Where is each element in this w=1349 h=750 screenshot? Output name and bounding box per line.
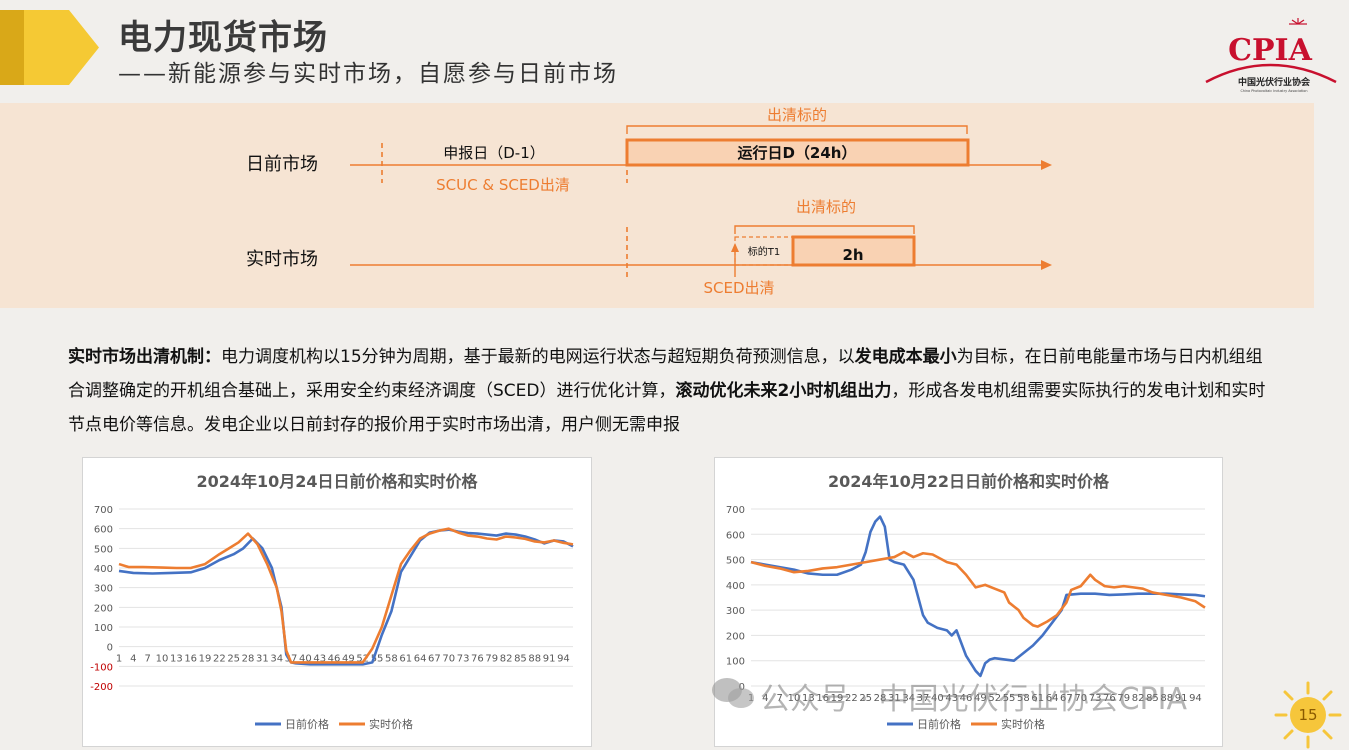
cpia-logo: CPIA 中国光伏行业协会 China Photovoltaic Industr… <box>1205 18 1337 93</box>
x-tick-label: 19 <box>199 654 212 665</box>
y-tick-label: 400 <box>726 581 745 592</box>
y-tick-label: 200 <box>726 631 745 642</box>
y-tick-label: 600 <box>726 530 745 541</box>
x-tick-label: 16 <box>184 654 197 665</box>
x-tick-label: 13 <box>170 654 183 665</box>
y-tick-label: 100 <box>94 623 113 634</box>
x-tick-label: 25 <box>227 654 240 665</box>
y-tick-label: 500 <box>726 556 745 567</box>
x-tick-label: 4 <box>130 654 136 665</box>
cpia-logo-text: CPIA <box>1228 33 1312 68</box>
legend-label: 实时价格 <box>369 717 413 731</box>
y-tick-label: 0 <box>107 643 113 654</box>
bid-day-label: 申报日（D-1） <box>443 144 545 162</box>
x-tick-label: 28 <box>242 654 255 665</box>
sced-clear-label: SCED出清 <box>703 279 774 297</box>
wechat-icon <box>712 678 754 708</box>
x-tick-label: 67 <box>428 654 441 665</box>
market-timeline-diagram: 日前市场 申报日（D-1） SCUC & SCED出清 出清标的 运行日D（24… <box>246 106 1052 297</box>
para-text-2: 电力调度机构以15分钟为周期，基于最新的电网运行状态与超短期负荷预测信息，以 <box>221 347 855 367</box>
x-tick-label: 22 <box>213 654 226 665</box>
x-tick-label: 10 <box>156 654 169 665</box>
clearing-target-label-2: 出清标的 <box>796 198 856 216</box>
y-tick-label: 500 <box>94 544 113 555</box>
x-tick-label: 1 <box>116 654 122 665</box>
realtime-clearing-description: 实时市场出清机制：电力调度机构以15分钟为周期，基于最新的电网运行状态与超短期负… <box>68 340 1268 442</box>
header-arrow-shape <box>24 10 99 85</box>
legend-label: 日前价格 <box>917 717 961 731</box>
x-tick-label: 82 <box>500 654 513 665</box>
x-tick-label: 88 <box>528 654 541 665</box>
y-tick-label: 300 <box>726 606 745 617</box>
operating-day-label: 运行日D（24h） <box>737 144 856 162</box>
legend-label: 实时价格 <box>1001 717 1045 731</box>
x-tick-label: 64 <box>414 654 427 665</box>
x-tick-label: 94 <box>1189 693 1202 704</box>
chart-oct24: 700 600 500 400 300 200 100 0 -100 -200 1 4 7 10 13 16 1… <box>90 505 574 731</box>
scuc-sced-label: SCUC & SCED出清 <box>436 176 570 194</box>
clearing-target-label-1: 出清标的 <box>767 106 827 124</box>
chart-title-oct24: 2024年10月24日日前价格和实时价格 <box>196 472 478 491</box>
y-tick-label: -200 <box>90 682 113 693</box>
x-tick-label: 73 <box>457 654 470 665</box>
x-tick-label: 61 <box>399 654 412 665</box>
page-number: 15 <box>1290 697 1326 733</box>
x-tick-label: 58 <box>385 654 398 665</box>
series-line-dayahead <box>118 528 574 666</box>
x-tick-label: 34 <box>270 654 283 665</box>
chart-title-oct22: 2024年10月22日日前价格和实时价格 <box>827 472 1110 491</box>
x-tick-label: 91 <box>543 654 556 665</box>
para-bold-5: 滚动优化未来2小时机组出力 <box>675 381 892 401</box>
y-tick-label: 600 <box>94 525 113 536</box>
x-tick-label: 70 <box>442 654 455 665</box>
x-tick-label: 85 <box>514 654 527 665</box>
y-tick-label: 700 <box>94 505 113 516</box>
x-tick-label: 79 <box>485 654 498 665</box>
y-tick-label: 400 <box>94 564 113 575</box>
chart-card-oct24: 2024年10月24日日前价格和实时价格 700 600 500 400 300 200 1… <box>82 457 592 747</box>
y-tick-label: 200 <box>94 603 113 614</box>
x-tick-label: 31 <box>256 654 269 665</box>
x-tick-label: 94 <box>557 654 570 665</box>
para-bold-1: 实时市场出清机制： <box>68 347 221 367</box>
x-tick-label: 76 <box>471 654 484 665</box>
x-tick-label: 7 <box>144 654 150 665</box>
cpia-logo-en: China Photovoltaic Industry Association <box>1240 89 1307 93</box>
series-line-dayahead <box>750 515 1206 678</box>
para-bold-3: 发电成本最小 <box>854 347 957 367</box>
header-accent-bar <box>0 10 24 85</box>
page-title: 电力现货市场 <box>118 18 328 58</box>
y-tick-label: 300 <box>94 584 113 595</box>
watermark-text: 公众号 · 中国光伏行业协会CPIA <box>760 682 1188 717</box>
dayahead-market-label: 日前市场 <box>246 154 318 175</box>
legend-label: 日前价格 <box>285 717 329 731</box>
y-tick-label: 700 <box>726 505 745 516</box>
two-hours-label: 2h <box>842 246 863 264</box>
y-tick-label: -100 <box>90 662 113 673</box>
realtime-market-label: 实时市场 <box>246 249 318 270</box>
y-tick-label: 100 <box>726 657 745 668</box>
cpia-logo-cn: 中国光伏行业协会 <box>1238 76 1311 88</box>
series-line-realtime <box>750 550 1206 628</box>
target-t1-label: 标的T1 <box>748 245 780 258</box>
page-subtitle: ——新能源参与实时市场，自愿参与日前市场 <box>118 61 618 87</box>
